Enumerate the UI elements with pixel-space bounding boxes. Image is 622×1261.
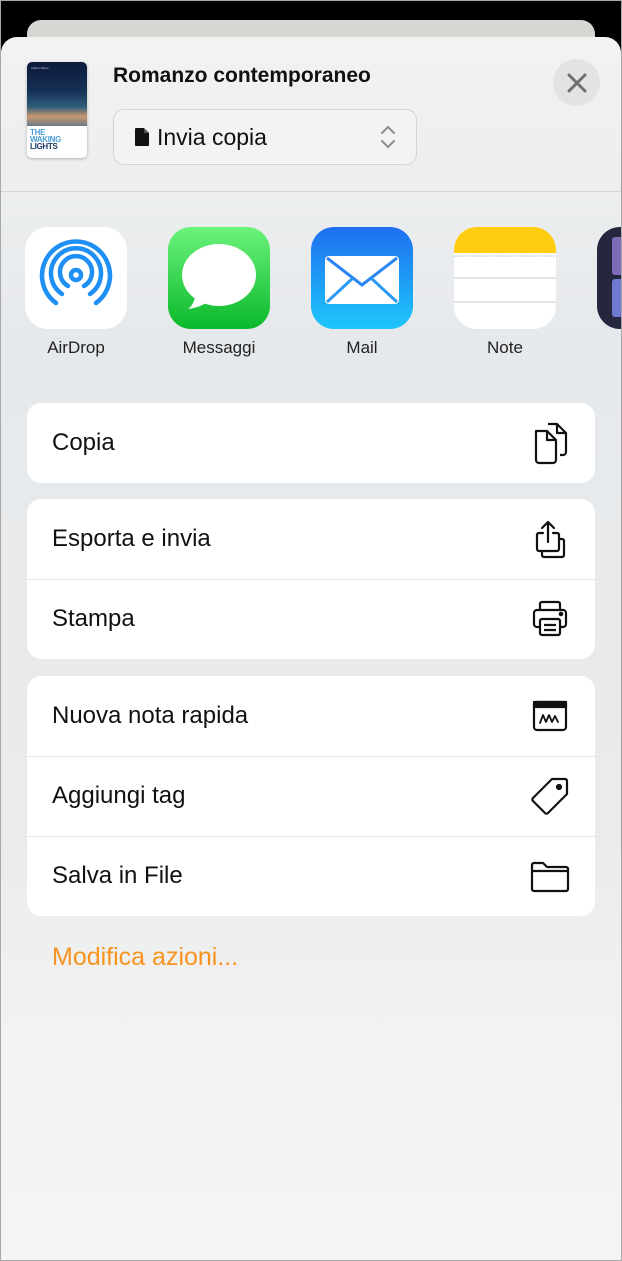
- action-group-export: Esporta e invia Stampa: [27, 499, 595, 659]
- document-thumbnail: Author Name THE WAKING LIGHTS: [27, 62, 87, 158]
- quick-note-icon: [530, 696, 570, 736]
- send-mode-select[interactable]: Invia copia: [113, 109, 417, 165]
- action-label: Aggiungi tag: [52, 782, 186, 809]
- action-group-organize: Nuova nota rapida Aggiungi tag Salva in …: [27, 676, 595, 916]
- cover-title-line: LIGHTS: [30, 142, 58, 151]
- app-airdrop[interactable]: AirDrop: [25, 227, 127, 358]
- action-label: Copia: [52, 429, 115, 456]
- action-export-share[interactable]: Esporta e invia: [27, 499, 595, 579]
- app-notes[interactable]: Note: [454, 227, 556, 358]
- notes-icon: [454, 227, 556, 329]
- app-row: AirDrop Messaggi Mail Note: [1, 227, 621, 367]
- app-partial[interactable]: [597, 227, 621, 329]
- action-label: Esporta e invia: [52, 525, 211, 552]
- chevron-up-down-icon: [381, 125, 395, 149]
- action-copy[interactable]: Copia: [27, 403, 595, 483]
- export-share-icon: [530, 519, 570, 559]
- airdrop-icon: [25, 227, 127, 329]
- close-button[interactable]: [553, 59, 600, 106]
- action-quick-note[interactable]: Nuova nota rapida: [27, 676, 595, 756]
- copy-icon: [530, 422, 570, 465]
- app-name: Mail: [346, 338, 378, 357]
- action-save-to-files[interactable]: Salva in File: [27, 836, 595, 916]
- document-icon: [135, 128, 149, 146]
- app-name: Messaggi: [182, 338, 256, 357]
- partial-app-icon: [597, 227, 621, 329]
- mail-icon: [311, 227, 413, 329]
- action-add-tag[interactable]: Aggiungi tag: [27, 756, 595, 836]
- cover-author: Author Name: [31, 66, 49, 70]
- action-print[interactable]: Stampa: [27, 579, 595, 659]
- cover-title: THE WAKING LIGHTS: [27, 126, 87, 151]
- send-mode-label: Invia copia: [157, 123, 267, 150]
- edit-actions-link[interactable]: Modifica azioni...: [52, 943, 238, 972]
- share-sheet: Author Name THE WAKING LIGHTS Romanzo co…: [1, 37, 621, 1260]
- app-messages[interactable]: Messaggi: [168, 227, 270, 358]
- messages-icon: [168, 227, 270, 329]
- folder-icon: [530, 856, 570, 896]
- tag-icon: [530, 776, 570, 816]
- action-label: Salva in File: [52, 862, 183, 889]
- close-icon: [567, 73, 586, 92]
- app-name: AirDrop: [47, 338, 105, 357]
- app-name: Note: [487, 338, 523, 357]
- printer-icon: [530, 599, 570, 639]
- share-sheet-header: Author Name THE WAKING LIGHTS Romanzo co…: [1, 37, 621, 192]
- action-group-copy: Copia: [27, 403, 595, 483]
- app-mail[interactable]: Mail: [311, 227, 413, 358]
- document-title: Romanzo contemporaneo: [113, 64, 371, 87]
- action-label: Nuova nota rapida: [52, 702, 249, 729]
- action-label: Stampa: [52, 605, 135, 632]
